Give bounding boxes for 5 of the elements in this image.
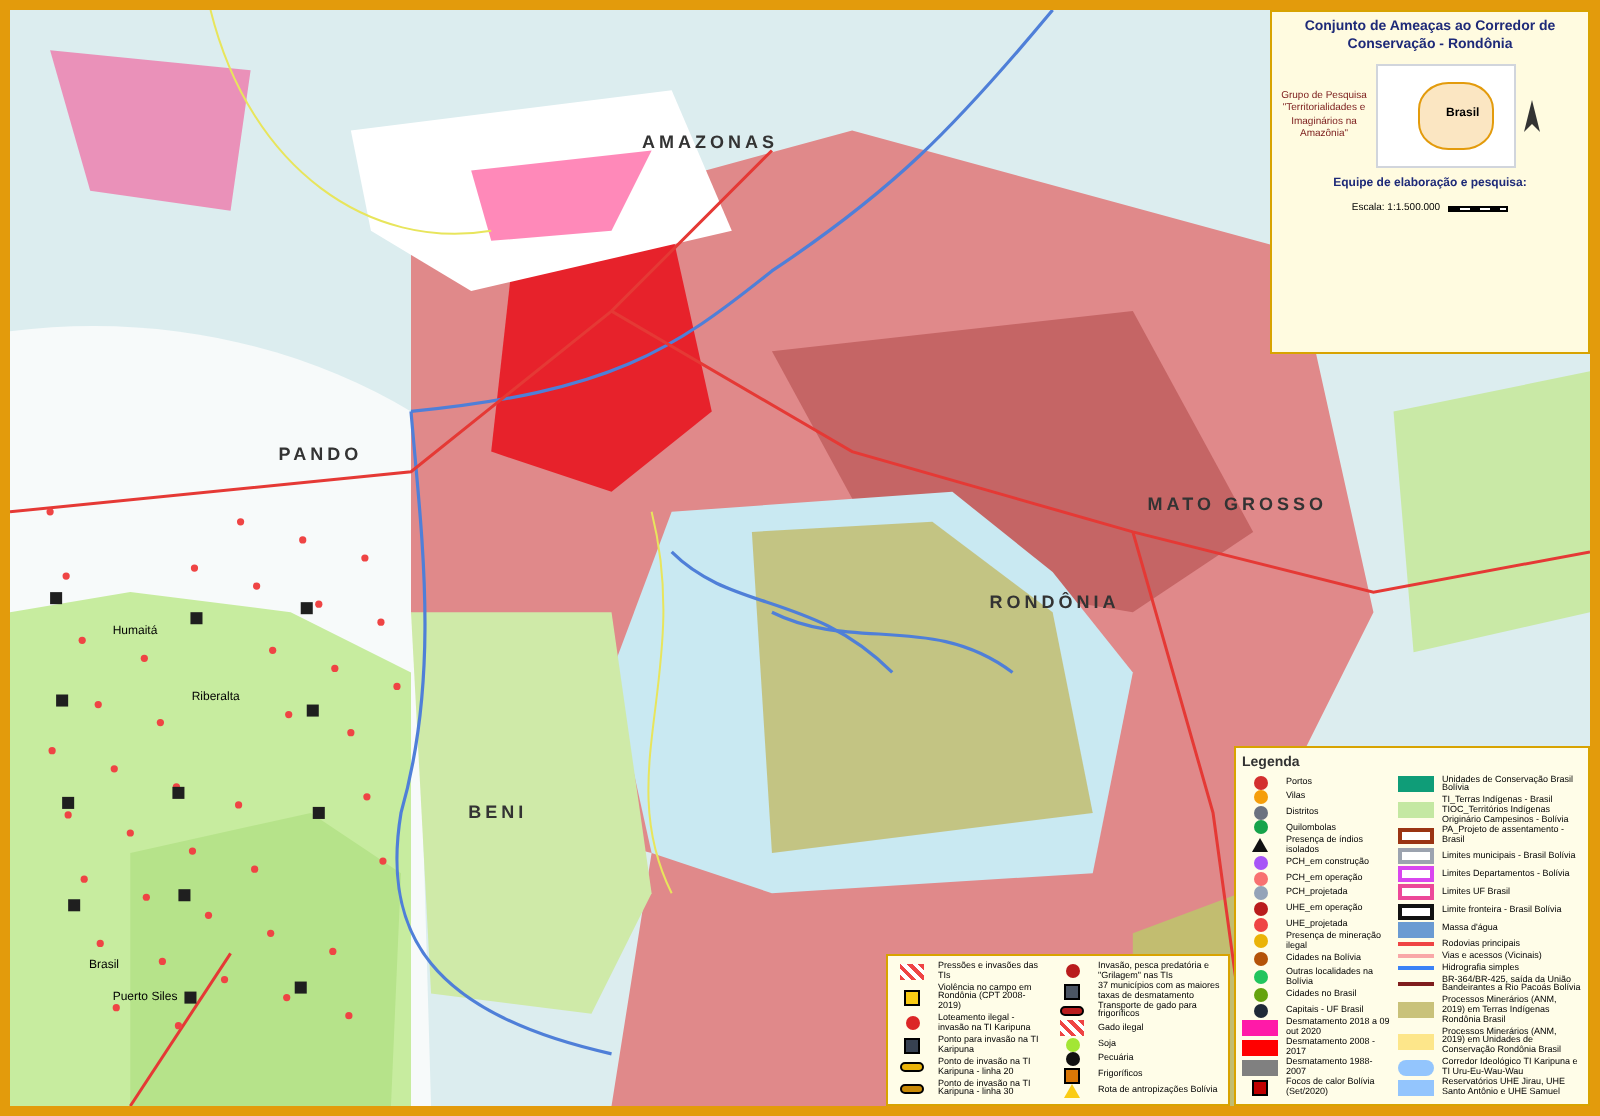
region-label: PANDO <box>278 442 363 469</box>
region-label: RONDÔNIA <box>989 590 1120 617</box>
region-label: AMAZONAS <box>642 130 778 157</box>
region-label: MATO GROSSO <box>1147 492 1327 519</box>
region-label: BENI <box>468 799 528 826</box>
